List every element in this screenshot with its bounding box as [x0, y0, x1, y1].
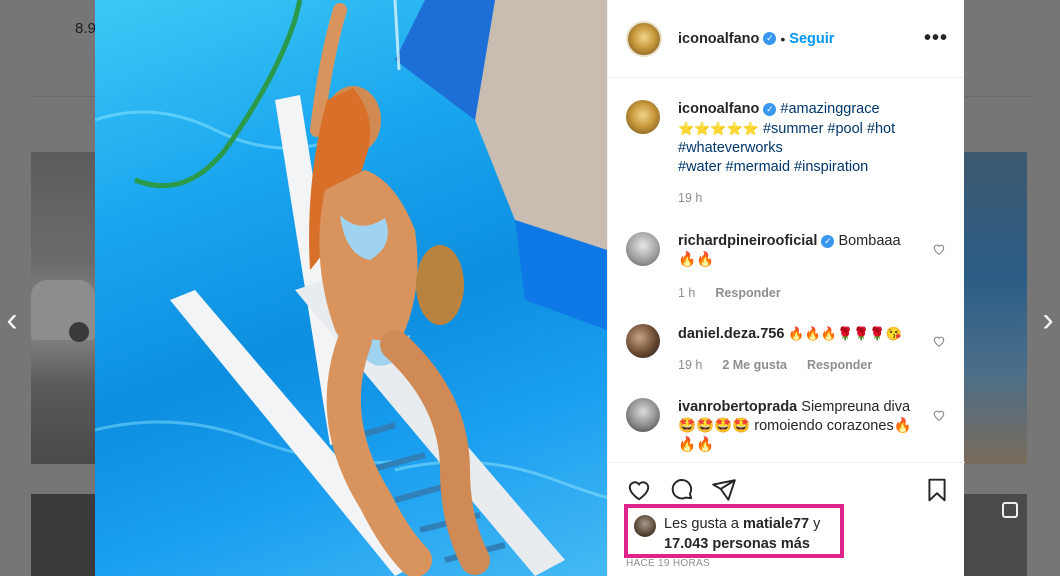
next-post-arrow-icon[interactable]: ›: [1036, 300, 1060, 340]
background-thumbnail-right[interactable]: [964, 152, 1027, 464]
commenter-avatar[interactable]: [626, 398, 660, 432]
caption-time[interactable]: 19 h: [678, 189, 702, 208]
heart-icon[interactable]: [626, 477, 652, 503]
post-side-panel: iconoalfano ✓ • Seguir ••• iconoalfano ✓ …: [607, 0, 965, 576]
background-thumbnail-left[interactable]: [31, 152, 95, 464]
post-header: iconoalfano ✓ • Seguir •••: [608, 0, 964, 78]
heart-icon[interactable]: [932, 408, 946, 422]
verified-icon: ✓: [763, 32, 777, 45]
reply-button[interactable]: Responder: [807, 356, 872, 375]
comment-emoji: 🔥🔥: [678, 252, 715, 268]
comment-likes[interactable]: 2 Me gusta: [722, 356, 787, 375]
liker-avatar[interactable]: [634, 515, 656, 537]
likes-count[interactable]: 17.043 personas más: [664, 536, 810, 552]
likes-prefix: Les gusta a: [664, 516, 739, 532]
more-options-icon[interactable]: •••: [924, 27, 948, 50]
caption: iconoalfano ✓ #amazinggrace ⭐⭐⭐⭐⭐ #summer…: [626, 100, 946, 208]
background-thumbnail-bottom-right[interactable]: [964, 494, 1027, 576]
comment-icon[interactable]: [669, 477, 695, 503]
comment-item: ivanrobertoprada Siempreuna diva🤩🤩🤩🤩 rom…: [626, 398, 946, 455]
separator-dot: •: [780, 30, 786, 47]
hashtags[interactable]: #water #mermaid #inspiration: [678, 159, 868, 175]
comment-item: daniel.deza.756 🔥🔥🔥🌹🌹🌹😘 19 h 2 Me gusta …: [626, 324, 946, 375]
bookmark-icon[interactable]: [924, 477, 950, 503]
heart-icon[interactable]: [932, 242, 946, 256]
background-count: 8.9: [75, 20, 96, 37]
car-wheel: [69, 322, 89, 342]
verified-icon: ✓: [821, 234, 835, 248]
hashtags[interactable]: #whateverworks: [678, 140, 783, 156]
follow-button[interactable]: Seguir: [789, 31, 834, 47]
multiple-posts-icon: [1002, 502, 1018, 518]
verified-icon: ✓: [763, 102, 777, 116]
commenter-username[interactable]: richardpineirooficial: [678, 233, 817, 249]
star-emojis: ⭐⭐⭐⭐⭐: [678, 121, 759, 136]
caption-username[interactable]: iconoalfano: [678, 101, 759, 117]
author-avatar[interactable]: [626, 20, 662, 57]
post-photo[interactable]: [95, 0, 607, 576]
previous-post-arrow-icon[interactable]: ‹: [0, 300, 24, 340]
comment-text: Bombaaa: [838, 233, 901, 249]
hashtag[interactable]: #amazinggrace: [780, 101, 879, 117]
author-username[interactable]: iconoalfano: [678, 31, 759, 47]
post-actions: [608, 462, 965, 502]
likes-joiner: y: [813, 516, 821, 532]
likes-summary[interactable]: Les gusta a matiale77 y 17.043 personas …: [624, 504, 844, 558]
post-modal: iconoalfano ✓ • Seguir ••• iconoalfano ✓ …: [95, 0, 965, 576]
heart-icon[interactable]: [932, 334, 946, 348]
reply-button[interactable]: Responder: [715, 284, 780, 303]
share-icon[interactable]: [711, 477, 737, 503]
comment-time[interactable]: 19 h: [678, 356, 702, 375]
pool-scene-illustration: [95, 0, 607, 576]
commenter-avatar[interactable]: [626, 232, 660, 266]
hashtags[interactable]: #summer #pool #hot: [763, 121, 895, 137]
comment-time[interactable]: 1 h: [678, 284, 695, 303]
comment-item: richardpineirooficial ✓ Bombaaa 🔥🔥 1 h Re…: [626, 232, 946, 303]
background-thumbnail-bottom-left[interactable]: [31, 494, 95, 576]
post-timestamp[interactable]: HACE 19 HORAS: [626, 558, 710, 569]
commenter-avatar[interactable]: [626, 324, 660, 358]
comments-list[interactable]: iconoalfano ✓ #amazinggrace ⭐⭐⭐⭐⭐ #summer…: [608, 78, 965, 462]
caption-avatar[interactable]: [626, 100, 660, 134]
comment-emoji: 🔥🔥🔥🌹🌹🌹😘: [788, 326, 902, 341]
commenter-username[interactable]: ivanrobertoprada: [678, 399, 797, 415]
liker-username[interactable]: matiale77: [743, 516, 809, 532]
commenter-username[interactable]: daniel.deza.756: [678, 326, 784, 342]
